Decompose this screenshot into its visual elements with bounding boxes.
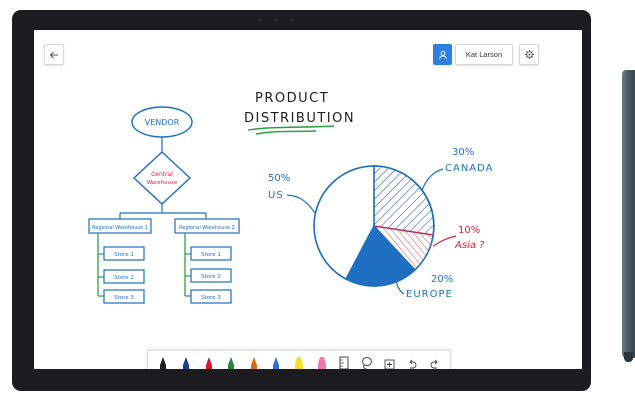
store-label: Store 1 (201, 252, 221, 258)
surface-pen (622, 70, 635, 358)
pen-dark-blue[interactable] (179, 354, 193, 370)
store-label: Store 2 (201, 274, 221, 280)
store-label: Store 2 (114, 275, 134, 281)
regional-right-label: Regional Warehouse 2 (179, 225, 235, 231)
pen-orange[interactable] (247, 354, 261, 370)
us-label: US (268, 190, 284, 201)
ruler-icon[interactable] (337, 354, 351, 369)
surface-pen-tip (624, 352, 633, 362)
canada-label: CANADA (445, 163, 494, 174)
ink-canvas: PRODUCT DISTRIBUTION VENDOR Central Ware… (88, 91, 494, 304)
inking-toolbar (147, 350, 451, 369)
us-leader (286, 194, 316, 214)
title-underline (247, 125, 335, 135)
asia-label: Asia ? (454, 240, 485, 251)
redo-icon[interactable] (428, 354, 442, 370)
camera-dot (290, 18, 294, 22)
undo-icon[interactable] (405, 354, 419, 370)
store-connectors-right (184, 233, 191, 297)
pen-blue[interactable] (269, 354, 283, 370)
europe-percent: 20% (431, 274, 453, 285)
highlighter-pink[interactable] (315, 354, 329, 370)
camera-dot (258, 18, 262, 22)
asia-leader (432, 235, 457, 247)
store-label: Store 3 (201, 295, 221, 301)
pie-slice-canada (373, 165, 435, 236)
canada-leader (421, 168, 444, 191)
pen-green[interactable] (224, 354, 238, 370)
camera-dot (274, 18, 278, 22)
title-line1: PRODUCT (255, 91, 329, 106)
store-label: Store 1 (114, 252, 134, 258)
central-label-line2: Warehouse (147, 180, 178, 186)
whiteboard-screen[interactable]: Kat Larson PRODUCT DISTRIBUTION VENDOR C… (34, 30, 582, 369)
pen-red[interactable] (202, 354, 216, 370)
store-connectors-left (97, 233, 104, 297)
vendor-label: VENDOR (145, 118, 180, 127)
pen-black[interactable] (156, 354, 170, 370)
central-warehouse-node (132, 151, 192, 205)
us-percent: 50% (268, 173, 290, 184)
lasso-icon[interactable] (360, 354, 374, 370)
central-label-line1: Central (151, 171, 173, 178)
asia-percent: 10% (458, 225, 480, 236)
canada-percent: 30% (452, 147, 474, 158)
highlighter-yellow[interactable] (292, 354, 306, 370)
regional-left-label: Regional Warehouse 1 (92, 225, 148, 231)
add-icon[interactable] (382, 354, 396, 370)
europe-label: EUROPE (406, 289, 453, 300)
store-label: Store 3 (114, 295, 134, 301)
title-line2: DISTRIBUTION (244, 111, 355, 126)
